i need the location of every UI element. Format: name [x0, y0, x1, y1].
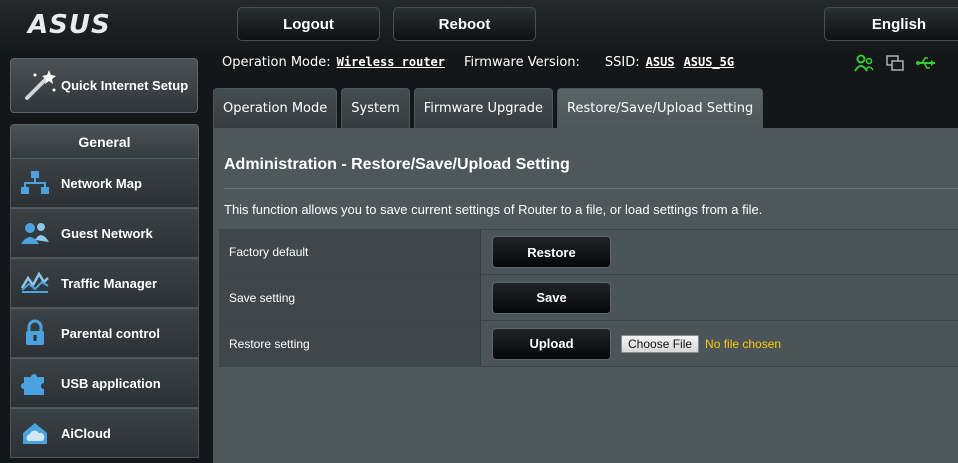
tab-bar: Operation Mode System Firmware Upgrade R…	[213, 88, 767, 128]
magic-wand-icon	[19, 66, 59, 106]
usb-application-icon	[17, 367, 53, 399]
sidebar-item-network-map[interactable]: Network Map	[10, 158, 199, 208]
restore-setting-label: Restore setting	[219, 321, 481, 366]
save-button[interactable]: Save	[492, 281, 611, 314]
reboot-button[interactable]: Reboot	[393, 7, 536, 41]
sidebar-item-label: USB application	[61, 375, 161, 391]
aicloud-icon	[17, 417, 53, 449]
operation-mode-label: Operation Mode:	[222, 54, 331, 70]
choose-file-button[interactable]: Choose File	[621, 334, 700, 353]
sidebar-item-label: Parental control	[61, 325, 160, 341]
restore-button[interactable]: Restore	[492, 236, 611, 268]
traffic-manager-icon	[17, 267, 53, 299]
tab-firmware-upgrade[interactable]: Firmware Upgrade	[413, 88, 554, 128]
page-title: Administration - Restore/Save/Upload Set…	[224, 156, 570, 173]
top-bar: ASUS Logout Reboot English	[0, 0, 958, 50]
save-setting-cell: Save	[481, 275, 958, 320]
clients-icon[interactable]	[852, 53, 876, 73]
operation-mode-link[interactable]: Wireless router	[337, 55, 445, 69]
ssid-link-2g[interactable]: ASUS	[646, 55, 675, 69]
upload-button[interactable]: Upload	[492, 327, 611, 360]
sidebar-item-label: Network Map	[61, 175, 142, 191]
page-description: This function allows you to save current…	[224, 202, 763, 217]
tab-restore-save-upload[interactable]: Restore/Save/Upload Setting	[557, 88, 764, 128]
sidebar-item-usb-application[interactable]: USB application	[10, 358, 199, 408]
table-row: Save setting Save	[219, 275, 958, 321]
factory-default-cell: Restore	[481, 230, 958, 274]
quick-internet-setup-label: Quick Internet Setup	[61, 77, 189, 93]
save-setting-label: Save setting	[219, 275, 481, 320]
devices-icon[interactable]	[883, 53, 907, 73]
settings-table: Factory default Restore Save setting Sav…	[219, 229, 958, 367]
sidebar-item-label: Guest Network	[61, 225, 153, 241]
sidebar-item-label: AiCloud	[61, 425, 111, 441]
tab-system[interactable]: System	[341, 88, 410, 128]
guest-network-icon	[17, 217, 53, 249]
restore-setting-cell: Upload Choose File No file chosen	[481, 321, 958, 366]
status-line: Operation Mode: Wireless router Firmware…	[222, 53, 734, 71]
parental-control-icon	[17, 317, 53, 349]
table-row: Restore setting Upload Choose File No fi…	[219, 321, 958, 367]
quick-internet-setup-button[interactable]: Quick Internet Setup	[10, 58, 198, 113]
factory-default-label: Factory default	[219, 230, 481, 274]
language-selector[interactable]: English	[824, 7, 958, 41]
table-row: Factory default Restore	[219, 229, 958, 275]
logout-button[interactable]: Logout	[237, 7, 380, 41]
ssid-label: SSID:	[604, 54, 640, 70]
sidebar-item-guest-network[interactable]: Guest Network	[10, 208, 199, 258]
sidebar-item-parental-control[interactable]: Parental control	[10, 308, 199, 358]
network-map-icon	[17, 167, 53, 199]
tab-operation-mode[interactable]: Operation Mode	[213, 88, 338, 128]
asus-logo: ASUS	[28, 10, 111, 40]
sidebar-menu: Network Map Guest Network Traffic Manage…	[10, 158, 199, 458]
ssid-link-5g[interactable]: ASUS_5G	[684, 55, 735, 69]
firmware-version-label: Firmware Version:	[464, 54, 580, 70]
sidebar-item-aicloud[interactable]: AiCloud	[10, 408, 199, 458]
sidebar-item-traffic-manager[interactable]: Traffic Manager	[10, 258, 199, 308]
status-icons	[852, 53, 945, 73]
usb-icon[interactable]	[914, 53, 938, 73]
sidebar-item-label: Traffic Manager	[61, 275, 158, 291]
title-divider	[224, 188, 958, 189]
main-panel: Administration - Restore/Save/Upload Set…	[213, 128, 958, 463]
file-status-text: No file chosen	[705, 336, 782, 351]
sidebar-section-general: General	[10, 124, 199, 158]
